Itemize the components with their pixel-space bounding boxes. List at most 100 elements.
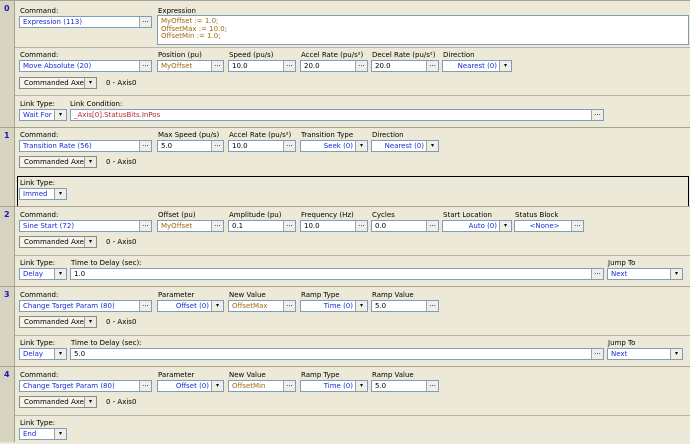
browse-button[interactable]: ... bbox=[283, 381, 295, 391]
browse-button[interactable]: ... bbox=[426, 381, 438, 391]
commanded-axes-dropdown[interactable]: Commanded Axes ▾ bbox=[19, 236, 97, 248]
accel-field[interactable]: 10.0... bbox=[228, 140, 296, 152]
direction-select[interactable]: Nearest (0) ▾ bbox=[371, 140, 439, 152]
browse-button[interactable]: ... bbox=[426, 301, 438, 311]
commanded-axes-dropdown[interactable]: Commanded Axes ▾ bbox=[19, 77, 97, 89]
frequency-field[interactable]: 10.0... bbox=[300, 220, 368, 232]
jump-to-select[interactable]: Next ▾ bbox=[607, 268, 683, 280]
browse-button[interactable]: ... bbox=[139, 221, 151, 231]
browse-button[interactable]: ... bbox=[139, 17, 151, 27]
ramp-value-field[interactable]: 5.0... bbox=[371, 300, 439, 312]
parameter-select[interactable]: Offset (0) ▾ bbox=[157, 300, 224, 312]
link-type-select[interactable]: Wait For ▾ bbox=[19, 109, 67, 121]
chevron-down-icon[interactable]: ▾ bbox=[499, 61, 511, 71]
direction-select[interactable]: Nearest (0) ▾ bbox=[442, 60, 512, 72]
command-field[interactable]: Sine Start (72)... bbox=[19, 220, 152, 232]
command-field[interactable]: Change Target Param (80)... bbox=[19, 380, 152, 392]
browse-button[interactable]: ... bbox=[355, 61, 367, 71]
link-type-select[interactable]: Immed ▾ bbox=[19, 188, 67, 200]
browse-button[interactable]: ... bbox=[211, 141, 223, 151]
decel-field[interactable]: 20.0... bbox=[371, 60, 439, 72]
chevron-down-icon[interactable]: ▾ bbox=[84, 78, 96, 88]
chevron-down-icon[interactable]: ▾ bbox=[211, 301, 223, 311]
commanded-axes-dropdown[interactable]: Commanded Axes ▾ bbox=[19, 156, 97, 168]
expression-editor[interactable]: MyOffset := 1.0; OffsetMax := 10.0; Offs… bbox=[157, 15, 689, 45]
decel-label: Decel Rate (pu/s²) bbox=[372, 51, 436, 59]
browse-button[interactable]: ... bbox=[426, 61, 438, 71]
command-field[interactable]: Transition Rate (56)... bbox=[19, 140, 152, 152]
amplitude-label: Amplitude (pu) bbox=[229, 211, 282, 219]
chevron-down-icon[interactable]: ▾ bbox=[355, 141, 367, 151]
chevron-down-icon[interactable]: ▾ bbox=[84, 237, 96, 247]
command-label: Command: bbox=[20, 291, 59, 299]
status-block-field[interactable]: <None>... bbox=[514, 220, 584, 232]
commanded-axes-dropdown[interactable]: Commanded Axes ▾ bbox=[19, 316, 97, 328]
chevron-down-icon[interactable]: ▾ bbox=[54, 349, 66, 359]
chevron-down-icon[interactable]: ▾ bbox=[84, 397, 96, 407]
accel-field[interactable]: 20.0... bbox=[300, 60, 368, 72]
ramp-value-field[interactable]: 5.0... bbox=[371, 380, 439, 392]
ramp-type-select[interactable]: Time (0) ▾ bbox=[300, 380, 368, 392]
start-location-select[interactable]: Auto (0) ▾ bbox=[442, 220, 512, 232]
link-type-select[interactable]: Delay ▾ bbox=[19, 348, 67, 360]
link-type-select[interactable]: End ▾ bbox=[19, 428, 67, 440]
browse-button[interactable]: ... bbox=[591, 269, 603, 279]
chevron-down-icon[interactable]: ▾ bbox=[355, 381, 367, 391]
chevron-down-icon[interactable]: ▾ bbox=[670, 269, 682, 279]
amplitude-field[interactable]: 0.1... bbox=[228, 220, 296, 232]
browse-button[interactable]: ... bbox=[139, 141, 151, 151]
max-speed-field[interactable]: 5.0... bbox=[157, 140, 224, 152]
speed-field[interactable]: 10.0... bbox=[228, 60, 296, 72]
new-value-field[interactable]: OffsetMax... bbox=[228, 300, 296, 312]
link-section bbox=[15, 415, 690, 444]
position-field[interactable]: MyOffset... bbox=[157, 60, 224, 72]
browse-button[interactable]: ... bbox=[139, 61, 151, 71]
link-type-select[interactable]: Delay ▾ bbox=[19, 268, 67, 280]
command-field[interactable]: Move Absolute (20)... bbox=[19, 60, 152, 72]
browse-button[interactable]: ... bbox=[283, 61, 295, 71]
chevron-down-icon[interactable]: ▾ bbox=[54, 269, 66, 279]
offset-field[interactable]: MyOffset... bbox=[157, 220, 224, 232]
new-value-value: OffsetMin bbox=[232, 382, 266, 390]
browse-button[interactable]: ... bbox=[211, 221, 223, 231]
step-number-label: 1 bbox=[4, 131, 10, 140]
chevron-down-icon[interactable]: ▾ bbox=[54, 110, 66, 120]
jump-to-select[interactable]: Next ▾ bbox=[607, 348, 683, 360]
chevron-down-icon[interactable]: ▾ bbox=[670, 349, 682, 359]
chevron-down-icon[interactable]: ▾ bbox=[54, 429, 66, 439]
time-to-delay-value: 5.0 bbox=[74, 350, 86, 358]
browse-button[interactable]: ... bbox=[139, 381, 151, 391]
browse-button[interactable]: ... bbox=[139, 301, 151, 311]
time-to-delay-field[interactable]: 5.0... bbox=[70, 348, 604, 360]
browse-button[interactable]: ... bbox=[283, 301, 295, 311]
commanded-axes-label: Commanded Axes bbox=[24, 79, 88, 87]
chevron-down-icon[interactable]: ▾ bbox=[355, 301, 367, 311]
chevron-down-icon[interactable]: ▾ bbox=[211, 381, 223, 391]
link-condition-field[interactable]: _Axis[0].StatusBits.InPos... bbox=[70, 109, 604, 121]
time-to-delay-field[interactable]: 1.0... bbox=[70, 268, 604, 280]
browse-button[interactable]: ... bbox=[283, 141, 295, 151]
chevron-down-icon[interactable]: ▾ bbox=[499, 221, 511, 231]
cycles-field[interactable]: 0.0... bbox=[371, 220, 439, 232]
step-number: 3 bbox=[0, 287, 15, 366]
parameter-select[interactable]: Offset (0) ▾ bbox=[157, 380, 224, 392]
decel-value: 20.0 bbox=[375, 62, 391, 70]
chevron-down-icon[interactable]: ▾ bbox=[84, 157, 96, 167]
chevron-down-icon[interactable]: ▾ bbox=[426, 141, 438, 151]
browse-button[interactable]: ... bbox=[591, 349, 603, 359]
browse-button[interactable]: ... bbox=[571, 221, 583, 231]
browse-button[interactable]: ... bbox=[211, 61, 223, 71]
link-type-value: Immed bbox=[23, 190, 48, 198]
chevron-down-icon[interactable]: ▾ bbox=[84, 317, 96, 327]
browse-button[interactable]: ... bbox=[355, 221, 367, 231]
browse-button[interactable]: ... bbox=[426, 221, 438, 231]
new-value-field[interactable]: OffsetMin... bbox=[228, 380, 296, 392]
ramp-type-select[interactable]: Time (0) ▾ bbox=[300, 300, 368, 312]
expression-command-field[interactable]: Expression (113)... bbox=[19, 16, 152, 28]
transition-type-select[interactable]: Seek (0) ▾ bbox=[300, 140, 368, 152]
browse-button[interactable]: ... bbox=[591, 110, 603, 120]
chevron-down-icon[interactable]: ▾ bbox=[54, 189, 66, 199]
browse-button[interactable]: ... bbox=[283, 221, 295, 231]
commanded-axes-dropdown[interactable]: Commanded Axes ▾ bbox=[19, 396, 97, 408]
command-field[interactable]: Change Target Param (80)... bbox=[19, 300, 152, 312]
